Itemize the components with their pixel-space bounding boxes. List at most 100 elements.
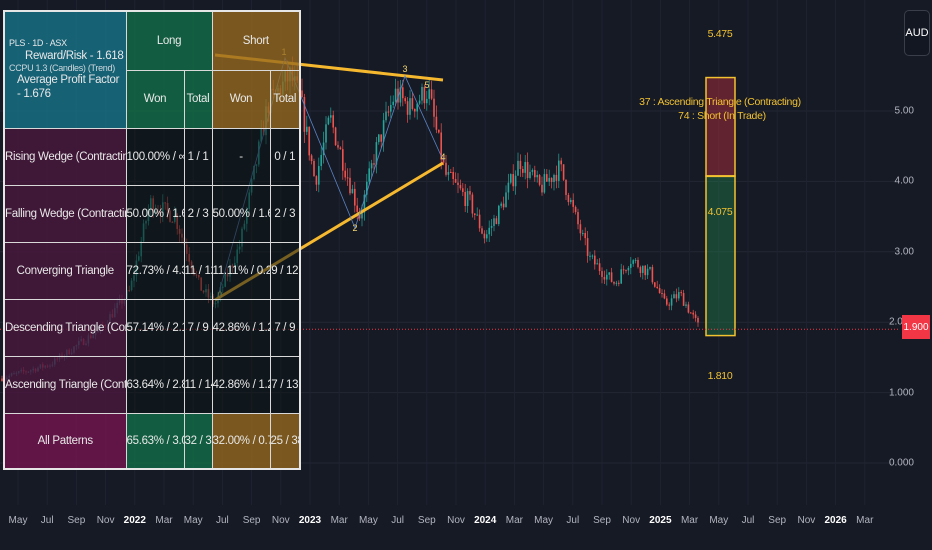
table-row-all: All Patterns 65.63% / 3.089 32 / 39 32.0… bbox=[3, 412, 301, 470]
candle-body bbox=[675, 294, 678, 299]
candle-body bbox=[452, 171, 454, 180]
candle-body bbox=[524, 162, 526, 173]
candle-body bbox=[344, 170, 346, 178]
candle-body bbox=[330, 115, 332, 118]
pattern-name: All Patterns bbox=[3, 412, 127, 470]
candle-body bbox=[430, 89, 433, 99]
candle-body bbox=[577, 212, 579, 225]
short-total-cell: 7 / 13 bbox=[269, 355, 301, 414]
candle-body bbox=[678, 292, 680, 299]
candle-body bbox=[411, 98, 414, 109]
candle-body bbox=[625, 270, 627, 272]
candle-body bbox=[493, 218, 495, 226]
candle-body bbox=[481, 228, 483, 234]
candle-body bbox=[306, 126, 308, 132]
pattern-statistics-table: PLS · 1D · ASX Reward/Risk - 1.618 CCPU … bbox=[3, 10, 302, 470]
candle-body bbox=[445, 162, 447, 175]
candle-body bbox=[464, 191, 466, 206]
candle-body bbox=[356, 205, 358, 212]
table-row: Converging Triangle 72.73% / 4.315 11 / … bbox=[3, 241, 301, 300]
pattern-point-label: 5 bbox=[424, 80, 429, 90]
candle-body bbox=[519, 160, 522, 169]
reward-risk-label: Reward/Risk - 1.618 bbox=[25, 50, 124, 63]
table-row: Descending Triangle (Contracting) 57.14%… bbox=[3, 298, 301, 357]
candle-body bbox=[428, 89, 430, 99]
candle-body bbox=[654, 282, 656, 287]
candle-body bbox=[632, 260, 634, 264]
candle-body bbox=[512, 174, 514, 187]
long-total-cell: 7 / 9 bbox=[183, 298, 213, 357]
pattern-point-label: 3 bbox=[402, 64, 407, 74]
candle-body bbox=[502, 203, 505, 208]
candle-body bbox=[608, 272, 610, 275]
candle-body bbox=[409, 98, 411, 115]
candle-body bbox=[378, 134, 380, 143]
time-tick-label: May bbox=[183, 515, 203, 526]
candle-body bbox=[541, 184, 543, 193]
long-won-cell: 57.14% / 2.157 bbox=[125, 298, 185, 357]
candle-body bbox=[615, 282, 618, 284]
indicator-subtitle: CCPU 1.3 (Candles) (Trend) bbox=[9, 63, 115, 74]
candle-body bbox=[318, 166, 320, 185]
candle-body bbox=[651, 267, 654, 283]
candle-body bbox=[642, 265, 644, 273]
candle-body bbox=[543, 174, 546, 193]
candle-body bbox=[332, 115, 334, 128]
long-won-cell: 65.63% / 3.089 bbox=[125, 412, 185, 470]
candle-body bbox=[483, 233, 486, 239]
candle-body bbox=[380, 134, 382, 142]
long-won-cell: 63.64% / 2.832 bbox=[125, 355, 185, 414]
time-tick-label: Mar bbox=[680, 515, 699, 526]
time-tick-label: Sep bbox=[67, 515, 86, 526]
candle-body bbox=[303, 97, 306, 132]
candle-body bbox=[690, 312, 692, 314]
candle-body bbox=[469, 191, 471, 195]
candle-body bbox=[639, 267, 642, 273]
candle-body bbox=[555, 174, 558, 181]
candle-body bbox=[404, 98, 406, 102]
last-price-tag: 1.900 bbox=[902, 315, 930, 339]
short-total-cell: 2 / 3 bbox=[269, 184, 301, 243]
candle-body bbox=[596, 263, 598, 265]
long-header: Long bbox=[125, 10, 213, 71]
average-profit-factor-label: Average Profit Factor - 1.676 bbox=[17, 74, 120, 101]
pattern-name: Falling Wedge (Contracting) bbox=[3, 184, 127, 243]
candle-body bbox=[368, 168, 370, 182]
time-tick-label: Mar bbox=[330, 515, 348, 526]
currency-button[interactable]: AUD bbox=[904, 10, 930, 56]
candle-body bbox=[315, 176, 318, 185]
candle-body bbox=[601, 271, 603, 277]
time-tick-label: May bbox=[358, 515, 378, 526]
time-tick-label: Jul bbox=[40, 515, 54, 526]
candle-body bbox=[394, 88, 397, 102]
long-total-header: Total bbox=[183, 69, 213, 129]
time-tick-label: Nov bbox=[271, 515, 290, 526]
candle-body bbox=[668, 304, 670, 306]
candle-body bbox=[529, 171, 531, 178]
candle-body bbox=[567, 194, 570, 203]
price-tick-label: 5.00 bbox=[894, 105, 914, 117]
pattern-point-label: 2 bbox=[352, 223, 357, 233]
candle-body bbox=[390, 105, 392, 112]
short-header: Short bbox=[211, 10, 301, 71]
candle-body bbox=[514, 175, 517, 187]
candle-body bbox=[536, 175, 538, 178]
table-row: Rising Wedge (Contracting) 100.00% / ∞ 1… bbox=[3, 127, 301, 186]
price-tick-label: 1.000 bbox=[888, 387, 914, 399]
long-total-cell: 32 / 39 bbox=[183, 412, 213, 470]
candle-body bbox=[634, 259, 637, 261]
candle-body bbox=[387, 111, 390, 113]
candle-body bbox=[606, 274, 608, 280]
candle-body bbox=[488, 227, 490, 235]
trade-risk-zone bbox=[705, 76, 736, 177]
candle-body bbox=[490, 225, 493, 228]
candle-body bbox=[526, 162, 529, 178]
candle-body bbox=[534, 169, 536, 178]
time-tick-label: May bbox=[534, 515, 554, 526]
candle-body bbox=[459, 185, 462, 189]
candle-body bbox=[433, 98, 435, 117]
stop-price-label: 5.475 bbox=[707, 28, 733, 40]
candle-body bbox=[507, 182, 510, 193]
candle-body bbox=[414, 108, 416, 112]
candle-body bbox=[610, 272, 613, 282]
